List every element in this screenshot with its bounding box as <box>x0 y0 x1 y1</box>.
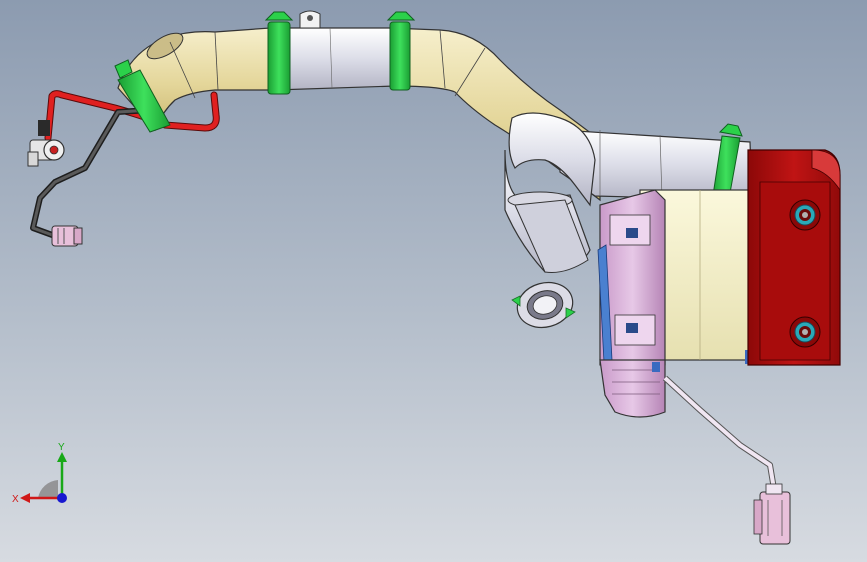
clamp-2[interactable] <box>264 11 294 95</box>
coolant-hose-assembly[interactable] <box>27 90 220 247</box>
outlet-flange[interactable] <box>511 277 578 334</box>
axis-x-label: X <box>12 494 19 505</box>
port-lower[interactable] <box>789 316 821 348</box>
hose-connector-upper[interactable] <box>27 120 65 167</box>
port-upper[interactable] <box>789 199 821 231</box>
coordinate-triad-icon: Y X <box>12 442 67 505</box>
axis-y-label: Y <box>58 442 65 453</box>
blower-unit[interactable] <box>597 189 759 418</box>
assembly-model[interactable] <box>0 0 867 562</box>
clamp-3[interactable] <box>386 11 416 91</box>
wiring-harness[interactable] <box>662 375 791 545</box>
harness-connector[interactable] <box>753 483 791 545</box>
cad-viewport[interactable]: Y X <box>0 0 867 562</box>
hose-connector-lower[interactable] <box>51 225 83 247</box>
heater-housing[interactable] <box>747 149 841 366</box>
